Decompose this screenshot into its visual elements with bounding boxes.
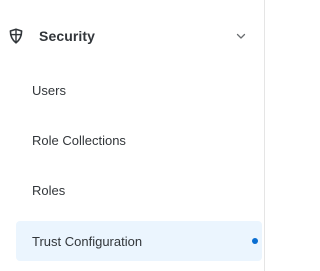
sidebar-item-label: Trust Configuration xyxy=(32,233,143,249)
sidebar-item-roles[interactable]: Roles xyxy=(0,170,264,210)
sidebar-group-security[interactable]: Security xyxy=(0,16,264,56)
sidebar-nav-panel: Security Users Role Collections Roles Tr… xyxy=(0,0,265,271)
shield-icon xyxy=(8,28,24,44)
sidebar-item-label: Role Collections xyxy=(32,132,126,148)
sidebar-item-label: Users xyxy=(32,82,66,98)
chevron-down-icon[interactable] xyxy=(235,30,247,42)
sidebar-item-role-collections[interactable]: Role Collections xyxy=(0,120,264,160)
selected-indicator-dot xyxy=(252,238,258,244)
sidebar-group-label: Security xyxy=(39,28,96,44)
sidebar-item-label: Roles xyxy=(32,182,66,198)
sidebar-item-users[interactable]: Users xyxy=(0,70,264,110)
sidebar-item-trust-configuration[interactable]: Trust Configuration xyxy=(16,221,262,261)
